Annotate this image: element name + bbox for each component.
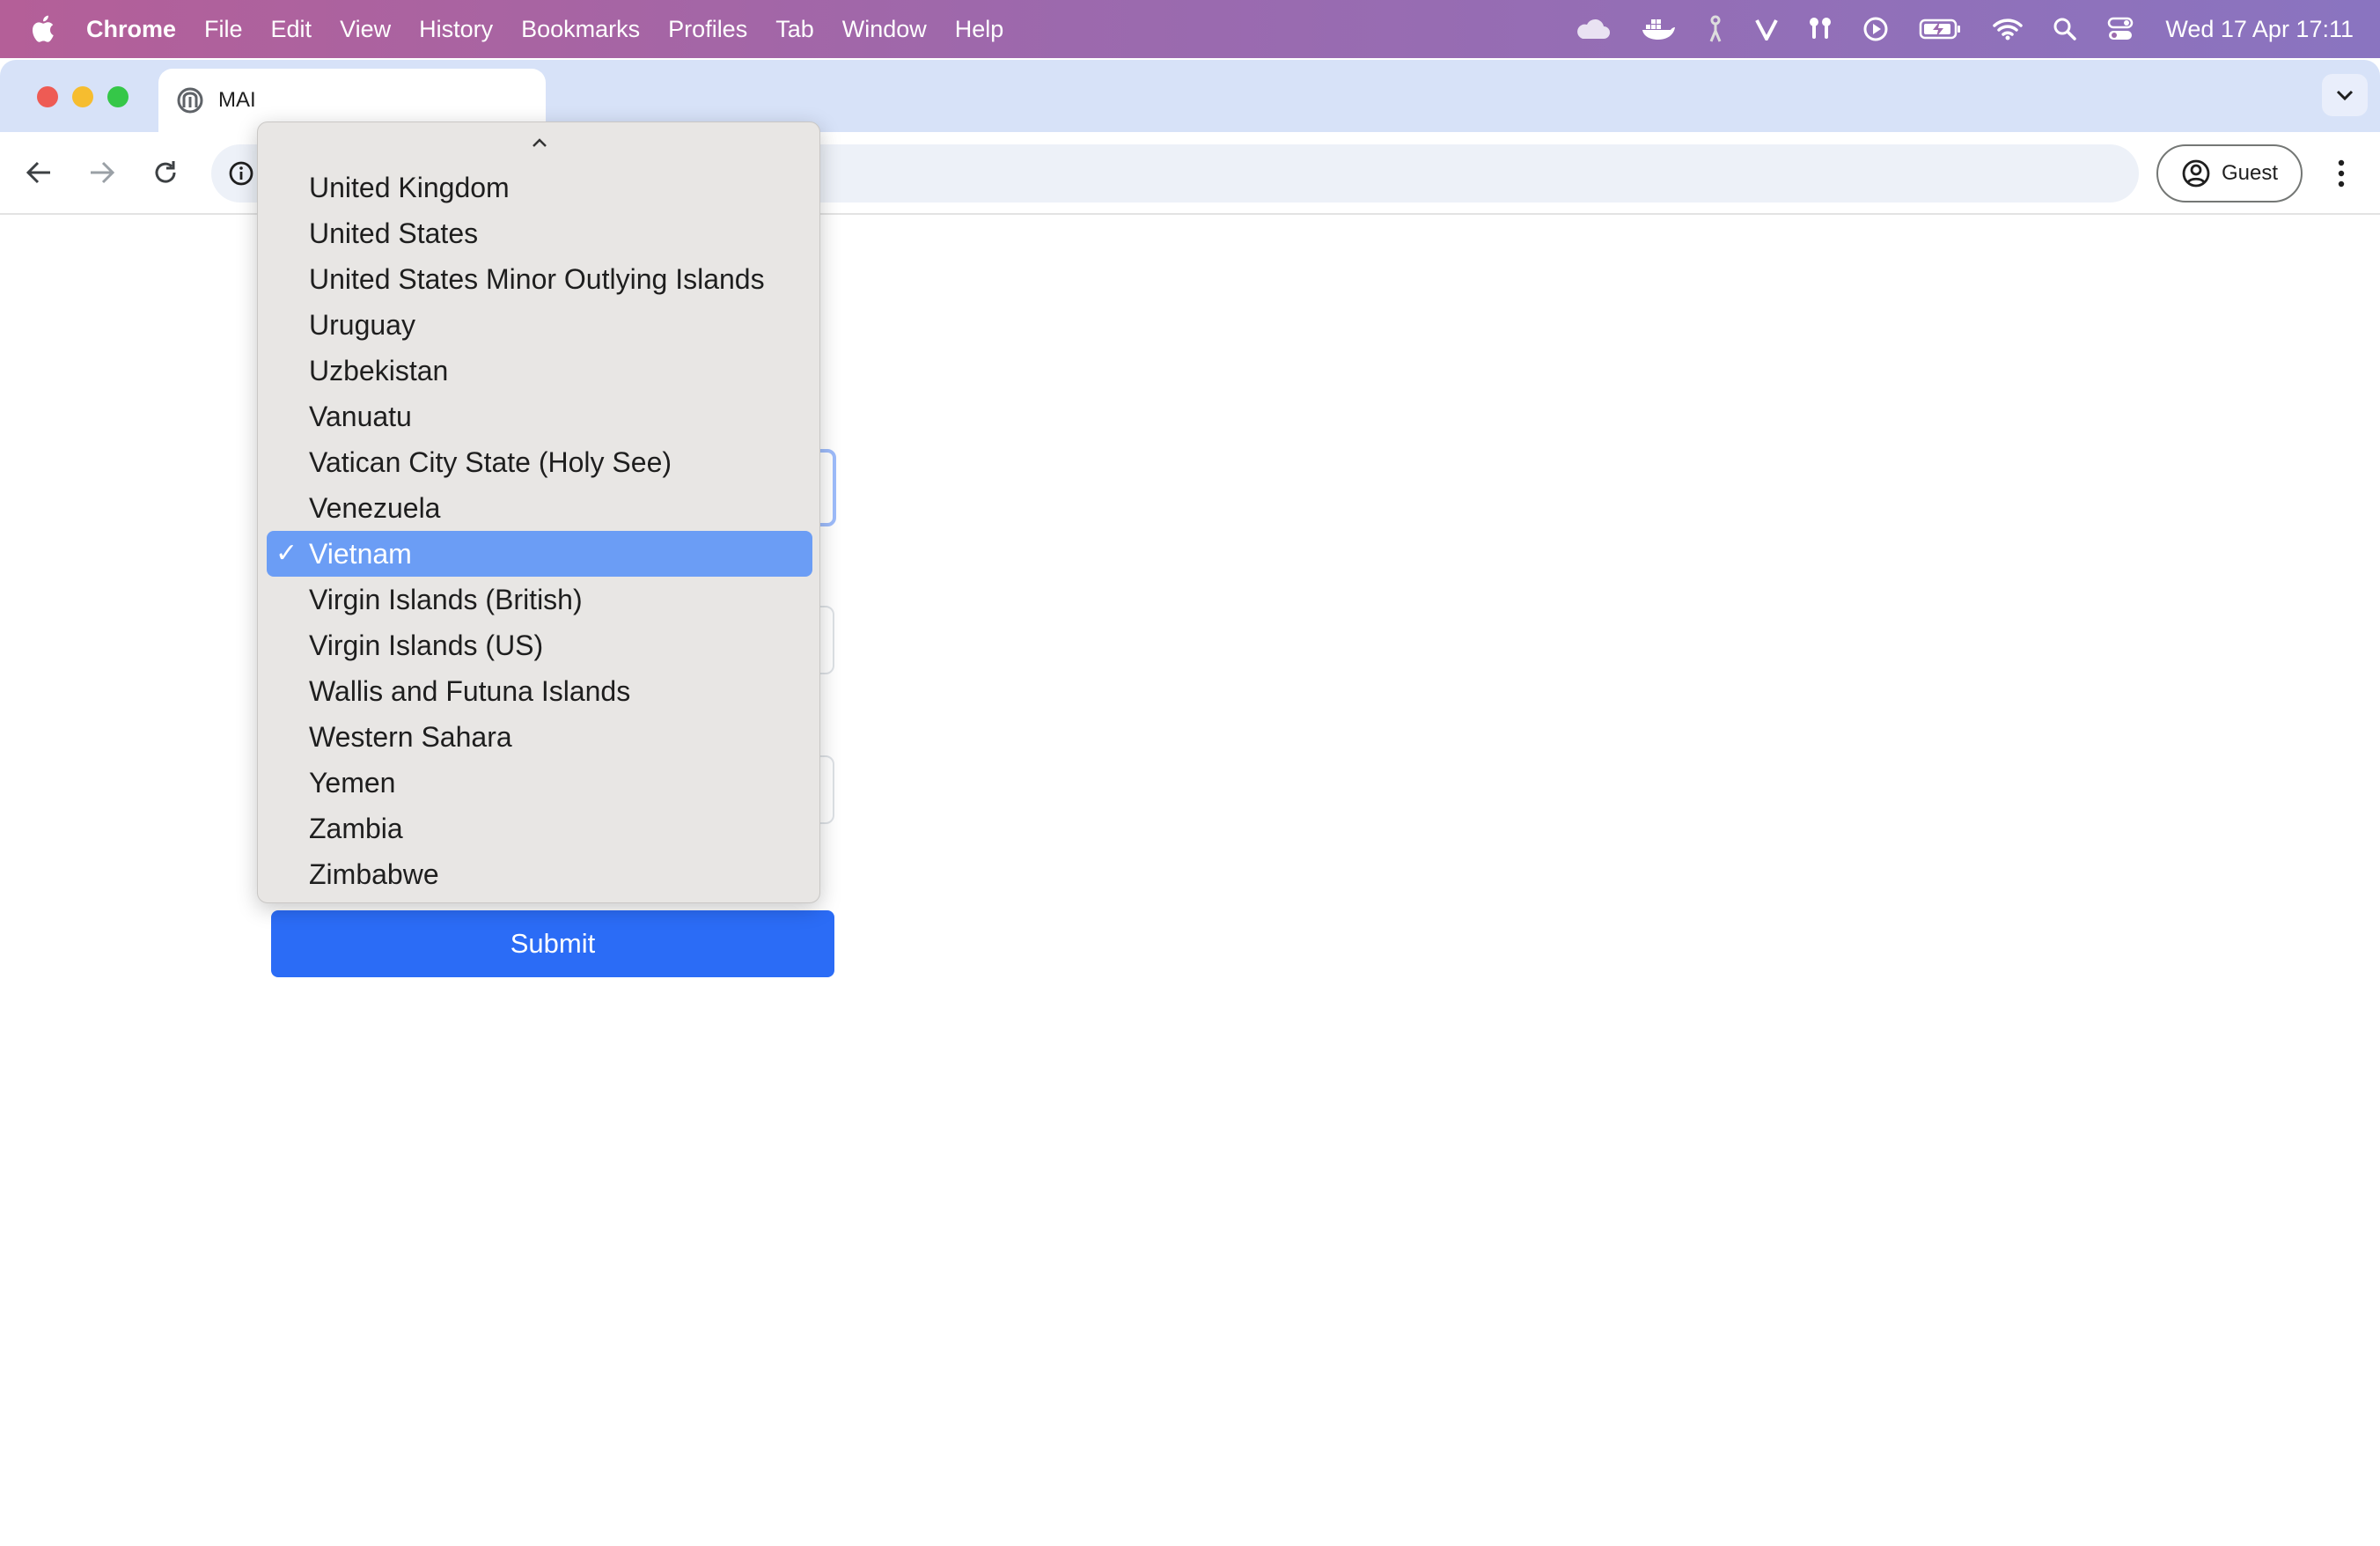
airpods-icon[interactable] — [1808, 0, 1833, 58]
docker-icon[interactable] — [1641, 0, 1676, 58]
menu-help[interactable]: Help — [955, 16, 1004, 43]
menubar-clock[interactable]: Wed 17 Apr 17:11 — [2165, 16, 2354, 43]
dropdown-option[interactable]: Uzbekistan — [267, 348, 812, 394]
minimize-window-button[interactable] — [72, 86, 93, 107]
guest-profile-button[interactable]: Guest — [2156, 144, 2303, 202]
battery-icon[interactable] — [1919, 0, 1963, 58]
dropdown-option[interactable]: Zimbabwe — [267, 851, 812, 897]
cloud-icon[interactable] — [1574, 0, 1611, 58]
dropdown-option[interactable]: Virgin Islands (British) — [267, 577, 812, 622]
browser-window: MAI Guest City Database Submit — [0, 60, 2380, 1546]
menu-bar: Chrome File Edit View History Bookmarks … — [0, 0, 2380, 58]
scroll-up-arrow[interactable] — [522, 131, 557, 154]
menu-view[interactable]: View — [340, 16, 391, 43]
menu-window[interactable]: Window — [842, 16, 927, 43]
menu-edit[interactable]: Edit — [271, 16, 312, 43]
dropdown-option-label: Vietnam — [309, 538, 412, 570]
dropdown-option[interactable]: Uruguay — [267, 302, 812, 348]
dropdown-option[interactable]: Wallis and Futuna Islands — [267, 668, 812, 714]
profile-icon — [2182, 159, 2210, 188]
dropdown-option[interactable]: United States — [267, 210, 812, 256]
browser-menu-button[interactable] — [2325, 153, 2357, 194]
forward-button[interactable] — [83, 153, 121, 192]
menu-file[interactable]: File — [204, 16, 243, 43]
guest-label: Guest — [2221, 161, 2279, 185]
figure-icon[interactable] — [1706, 0, 1725, 58]
more-vertical-icon — [2338, 159, 2345, 188]
site-info-icon[interactable] — [227, 159, 255, 188]
chevron-down-icon — [2336, 90, 2354, 101]
menu-profiles[interactable]: Profiles — [668, 16, 747, 43]
reload-icon — [155, 161, 176, 183]
play-icon[interactable] — [1862, 0, 1889, 58]
apple-logo-icon[interactable] — [26, 12, 56, 46]
menu-history[interactable]: History — [419, 16, 493, 43]
country-dropdown-list[interactable]: United Kingdom United States United Stat… — [257, 121, 820, 903]
dropdown-option[interactable]: Virgin Islands (US) — [267, 622, 812, 668]
spotlight-icon[interactable] — [2053, 0, 2077, 58]
dropdown-option[interactable]: Vatican City State (Holy See) — [267, 439, 812, 485]
menu-app-name[interactable]: Chrome — [86, 16, 176, 43]
arrow-left-icon — [26, 161, 50, 184]
tab-title: MAI — [218, 88, 256, 112]
menu-bookmarks[interactable]: Bookmarks — [521, 16, 640, 43]
dropdown-option[interactable]: United Kingdom — [267, 165, 812, 210]
submit-button[interactable]: Submit — [271, 910, 834, 977]
v-icon[interactable] — [1755, 0, 1779, 58]
checkmark-icon: ✓ — [275, 539, 298, 568]
dropdown-option[interactable]: Venezuela — [267, 485, 812, 531]
dropdown-option[interactable]: Vanuatu — [267, 394, 812, 439]
wifi-icon[interactable] — [1993, 0, 2024, 58]
menu-tab[interactable]: Tab — [775, 16, 814, 43]
globe-favicon-icon — [177, 87, 203, 114]
arrow-right-icon — [91, 161, 115, 184]
dropdown-option-selected[interactable]: ✓ Vietnam — [267, 531, 812, 577]
tab-search-button[interactable] — [2322, 74, 2368, 116]
maximize-window-button[interactable] — [107, 86, 129, 107]
close-window-button[interactable] — [37, 86, 58, 107]
control-center-icon[interactable] — [2107, 0, 2134, 58]
back-button[interactable] — [19, 153, 58, 192]
chevron-up-icon — [533, 138, 547, 147]
dropdown-option[interactable]: Zambia — [267, 806, 812, 851]
dropdown-option[interactable]: United States Minor Outlying Islands — [267, 256, 812, 302]
dropdown-option[interactable]: Yemen — [267, 760, 812, 806]
reload-button[interactable] — [146, 153, 185, 192]
dropdown-option[interactable]: Western Sahara — [267, 714, 812, 760]
